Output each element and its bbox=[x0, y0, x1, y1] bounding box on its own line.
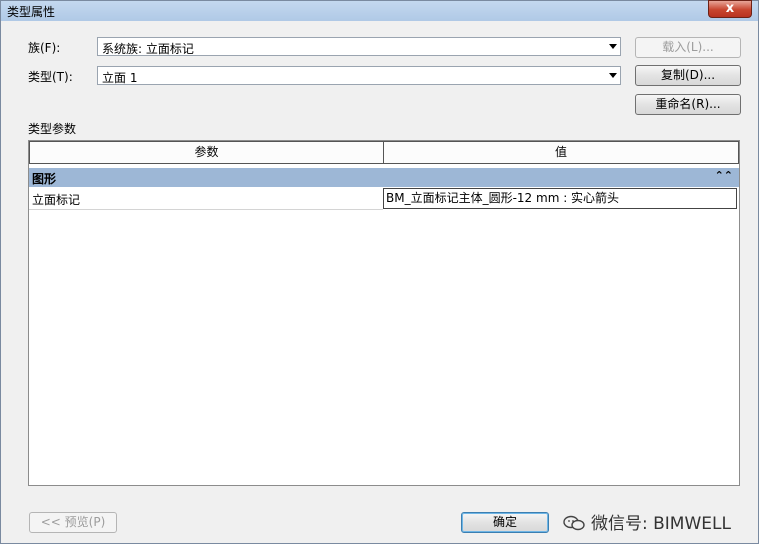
column-header-value[interactable]: 值 bbox=[383, 141, 739, 164]
collapse-icon[interactable]: ⌃⌃ bbox=[715, 169, 733, 182]
type-dropdown[interactable]: 立面 1 bbox=[97, 66, 621, 85]
wechat-icon bbox=[563, 515, 585, 531]
title-bar: 类型属性 x bbox=[1, 0, 758, 21]
family-label: 族(F): bbox=[28, 41, 61, 55]
watermark-text: 微信号: BIMWELL bbox=[591, 514, 731, 534]
family-dropdown[interactable]: 系统族: 立面标记 bbox=[97, 37, 621, 56]
group-row-graphics[interactable]: 图形 ⌃⌃ bbox=[29, 168, 739, 187]
chevron-down-icon bbox=[609, 73, 617, 78]
watermark: 微信号: BIMWELL bbox=[563, 509, 731, 534]
dialog-title: 类型属性 bbox=[7, 5, 56, 19]
type-label: 类型(T): bbox=[28, 70, 73, 84]
parameter-name: 立面标记 bbox=[32, 193, 81, 207]
type-properties-dialog: 类型属性 x 族(F): 系统族: 立面标记 载入(L)... 类型(T): 立… bbox=[0, 0, 759, 544]
close-button[interactable]: x bbox=[708, 0, 752, 18]
column-header-parameter[interactable]: 参数 bbox=[29, 141, 384, 164]
ok-button[interactable]: 确定 bbox=[461, 512, 549, 533]
type-parameters-heading: 类型参数 bbox=[28, 122, 77, 136]
close-icon: x bbox=[725, 1, 735, 16]
chevron-down-icon bbox=[609, 44, 617, 49]
rename-button[interactable]: 重命名(R)... bbox=[635, 94, 741, 115]
family-value: 系统族: 立面标记 bbox=[102, 42, 194, 56]
row-divider bbox=[29, 209, 383, 210]
parameter-value-field[interactable]: BM_立面标记主体_圆形-12 mm : 实心箭头 bbox=[383, 188, 737, 209]
group-label: 图形 bbox=[32, 172, 57, 186]
load-button[interactable]: 载入(L)... bbox=[635, 37, 741, 58]
preview-button[interactable]: << 预览(P) bbox=[29, 512, 117, 533]
type-parameters-table: 参数 值 图形 ⌃⌃ 立面标记 BM_立面标记主体_圆形-12 mm : 实心箭… bbox=[28, 140, 740, 486]
type-value: 立面 1 bbox=[102, 71, 138, 85]
duplicate-button[interactable]: 复制(D)... bbox=[635, 65, 741, 86]
